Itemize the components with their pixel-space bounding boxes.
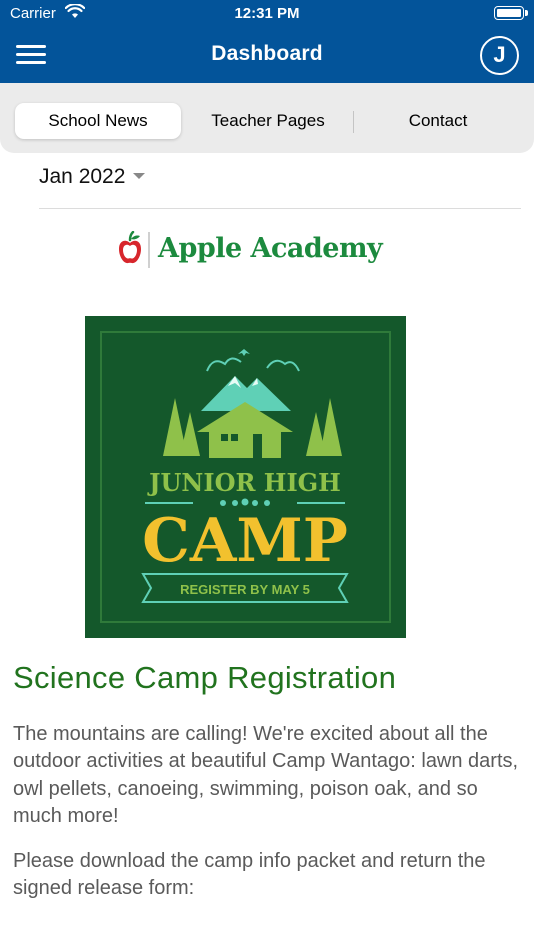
app-header: Carrier 12:31 PM Dashboard J [0,0,534,83]
tab-contact[interactable]: Contact [355,103,521,139]
nav-bar: Dashboard J [0,28,534,83]
tab-divider [353,111,354,133]
logo-divider [148,232,150,268]
article-title: Science Camp Registration [13,660,397,695]
battery-tip [525,10,528,16]
article-paragraph: Please download the camp info packet and… [13,850,486,900]
page-title: Dashboard [211,42,323,65]
article-paragraph: The mountains are calling! We're excited… [13,723,519,827]
camp-poster-image: JUNIOR HIGH CAMP REGISTER BY MAY 5 [85,316,406,638]
school-name: Apple Academy [158,233,383,264]
month-dropdown[interactable]: Jan 2022 [39,165,146,189]
filter-divider [39,208,521,209]
status-bar: Carrier 12:31 PM [0,0,534,28]
poster-banner: REGISTER BY MAY 5 [180,582,310,597]
segmented-tabs: School News Teacher Pages Contact [0,83,534,153]
poster-line2: CAMP [142,506,348,576]
battery-icon [494,6,524,20]
status-time: 12:31 PM [234,5,300,22]
tab-teacher-pages[interactable]: Teacher Pages [185,103,351,139]
avatar-button[interactable]: J [480,36,519,75]
poster-line1: JUNIOR HIGH [147,468,341,497]
apple-icon [116,230,144,272]
tab-school-news[interactable]: School News [15,103,181,139]
dropdown-caret-icon [133,173,146,179]
month-label: Jan 2022 [39,165,126,188]
article-body: The mountains are calling! We're excited… [13,721,523,921]
